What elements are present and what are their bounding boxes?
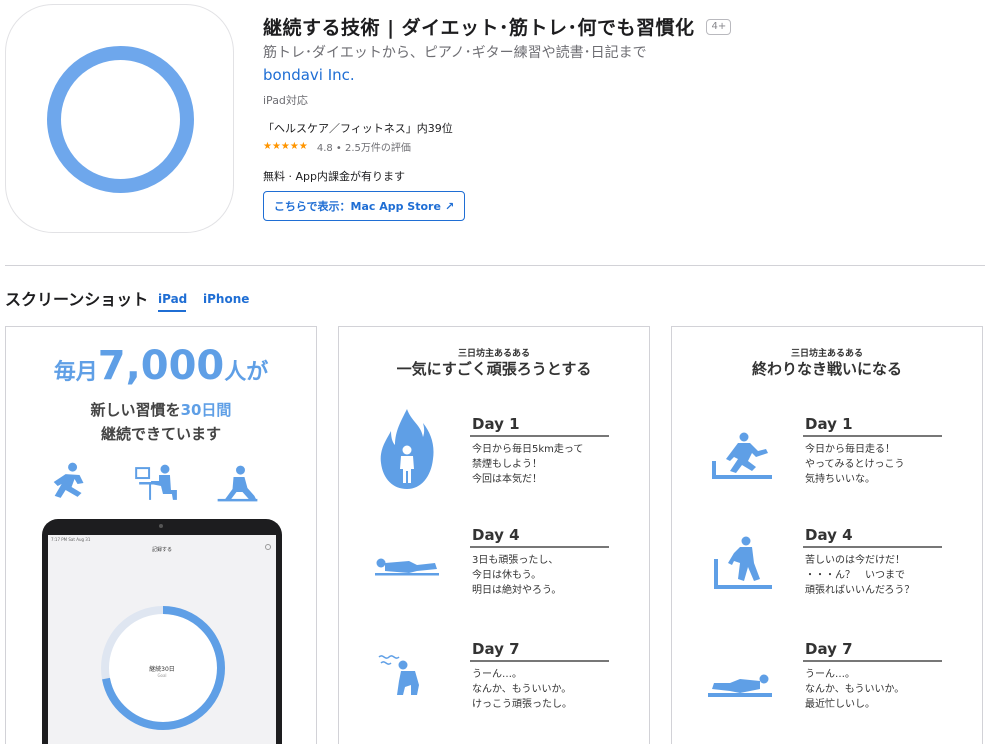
screenshot-card-1[interactable]: 毎月7,000人が 新しい習慣を30日間 継続できています 7:17 PM Sa… xyxy=(5,326,317,744)
day-text: 気持ちいいな。 xyxy=(805,473,875,485)
mac-app-store-button[interactable]: こちらで表示：Mac App Store ↗ xyxy=(263,191,465,221)
settings-icon xyxy=(265,544,271,550)
day-label: Day 4 xyxy=(472,526,520,544)
day-rule xyxy=(470,546,609,548)
rating-text: 4.8 • 2.5万件の評価 xyxy=(316,143,411,154)
day-4-block: Day 4 苦しいのは今だけだ！ ・・・ん？ いつまで 頑張ればいいんだろう？ xyxy=(803,526,942,598)
hero-prefix: 毎月 xyxy=(53,360,98,385)
day-text: けっこう頑張ったし。 xyxy=(472,698,572,710)
day-rule xyxy=(470,435,609,437)
day-text: 今日から毎日走る！ xyxy=(805,443,895,455)
price-info: 無料 · App内課金が有ります xyxy=(263,170,405,183)
hero-line-1: 新しい習慣を30日間 xyxy=(6,399,316,420)
day-7-block: Day 7 うーん…。 なんか、もういいか。 最近忙しいし。 xyxy=(803,640,942,712)
treadmill-lying-icon xyxy=(708,674,772,697)
treadmill-walking-icon xyxy=(714,536,772,589)
day-text: うーん…。 xyxy=(472,668,522,680)
day-text: 3日も頑張ったし、 xyxy=(472,554,559,566)
fire-figure-icon xyxy=(380,409,434,489)
day-label: Day 1 xyxy=(472,415,520,433)
hero-line-1-highlight: 30日間 xyxy=(180,401,232,419)
section-divider xyxy=(5,265,985,266)
card-headline: 終わりなき戦いになる xyxy=(751,360,902,378)
day-rule xyxy=(803,660,942,662)
day-label: Day 4 xyxy=(805,526,853,544)
treadmill-running-icon xyxy=(712,432,772,479)
screenshots-heading: スクリーンショット xyxy=(5,290,149,309)
app-subtitle: 筋トレ･ダイエットから、ピアノ･ギター練習や読書･日記まで xyxy=(263,45,647,61)
day-label: Day 1 xyxy=(805,415,853,433)
external-link-icon: ↗ xyxy=(444,199,455,213)
day-text: やってみるとけっこう xyxy=(805,458,905,470)
hero-suffix: 人が xyxy=(224,360,269,385)
camera-dot xyxy=(159,524,163,528)
device-support: iPad対応 xyxy=(263,94,308,107)
day-text: 苦しいのは今だけだ！ xyxy=(805,554,905,566)
tab-ipad-underline xyxy=(158,310,186,312)
title-row: 継続する技術 | ダイエット･筋トレ･何でも習慣化 4+ xyxy=(263,13,732,40)
day-7-block: Day 7 うーん…。 なんか、もういいか。 けっこう頑張ったし。 xyxy=(470,640,609,712)
day-text: 今日は休もう。 xyxy=(472,569,542,581)
ipad-screen: 7:17 PM Sat Aug 31 記録する 継続30日 Goal xyxy=(48,535,276,744)
desk-figure-icon xyxy=(135,464,177,500)
day-text: 最近忙しいし。 xyxy=(805,698,875,710)
day-rule xyxy=(470,660,609,662)
count-label: 継続30日 xyxy=(149,666,175,673)
hero-line-2: 継続できています xyxy=(100,425,221,443)
ipad-mockup: 7:17 PM Sat Aug 31 記録する 継続30日 Goal xyxy=(42,519,282,744)
star-rating-icon: ★★★★★ xyxy=(263,141,308,152)
day-text: 明日は絶対やろう。 xyxy=(472,584,562,596)
day-text: 頑張ればいいんだろう？ xyxy=(805,584,915,596)
age-rating-badge: 4+ xyxy=(706,18,732,35)
day-text: ・・・ん？ いつまで xyxy=(805,569,905,581)
screenshot-card-2[interactable]: 三日坊主あるある 一気にすごく頑張ろうとする Day 1 今日から毎日5km走っ… xyxy=(338,326,650,744)
nav-title: 記録する xyxy=(151,547,172,553)
crouching-figure-icon xyxy=(378,655,419,695)
hero-headline: 毎月7,000人が xyxy=(6,343,316,389)
day-text: 禁煙もしよう！ xyxy=(472,458,542,470)
sitting-figure-icon xyxy=(217,465,258,502)
card-headline: 一気にすごく頑張ろうとする xyxy=(396,360,592,378)
screenshot-card-3[interactable]: 三日坊主あるある 終わりなき戦いになる Day 1 今日から毎日走る！ やってみ… xyxy=(671,326,983,744)
tab-ipad[interactable]: iPad xyxy=(158,292,187,306)
hero-number: 7,000 xyxy=(97,343,225,389)
rating-row: ★★★★★ 4.8 • 2.5万件の評価 xyxy=(263,139,411,154)
lying-figure-icon xyxy=(375,558,439,576)
app-icon xyxy=(5,4,234,233)
day-text: なんか、もういいか。 xyxy=(805,683,905,695)
day-4-block: Day 4 3日も頑張ったし、 今日は休もう。 明日は絶対やろう。 xyxy=(470,526,609,598)
tab-iphone[interactable]: iPhone xyxy=(203,292,249,306)
day-rule xyxy=(803,546,942,548)
mac-app-store-label: こちらで表示：Mac App Store xyxy=(273,200,441,213)
day-1-block: Day 1 今日から毎日5km走って 禁煙もしよう！ 今回は本気だ！ xyxy=(470,415,609,487)
count-sub: Goal xyxy=(157,673,167,678)
day-text: うーん…。 xyxy=(805,668,855,680)
day-text: 今日から毎日5km走って xyxy=(472,443,584,455)
day-text: なんか、もういいか。 xyxy=(472,683,572,695)
category-ranking[interactable]: 「ヘルスケア／フィットネス」内39位 xyxy=(263,120,453,136)
hero-line-1-text: 新しい習慣を xyxy=(90,401,181,419)
day-label: Day 7 xyxy=(805,640,853,658)
app-title: 継続する技術 | ダイエット･筋トレ･何でも習慣化 xyxy=(263,17,695,39)
day-rule xyxy=(803,435,942,437)
app-icon-ring xyxy=(47,46,194,193)
day-1-block: Day 1 今日から毎日走る！ やってみるとけっこう 気持ちいいな。 xyxy=(803,415,942,487)
activity-figures xyxy=(53,462,258,502)
day-label: Day 7 xyxy=(472,640,520,658)
status-bar: 7:17 PM Sat Aug 31 xyxy=(51,537,91,542)
day-text: 今回は本気だ！ xyxy=(472,473,542,485)
developer-link[interactable]: bondavi Inc. xyxy=(263,66,355,84)
running-figure-icon xyxy=(53,462,84,498)
